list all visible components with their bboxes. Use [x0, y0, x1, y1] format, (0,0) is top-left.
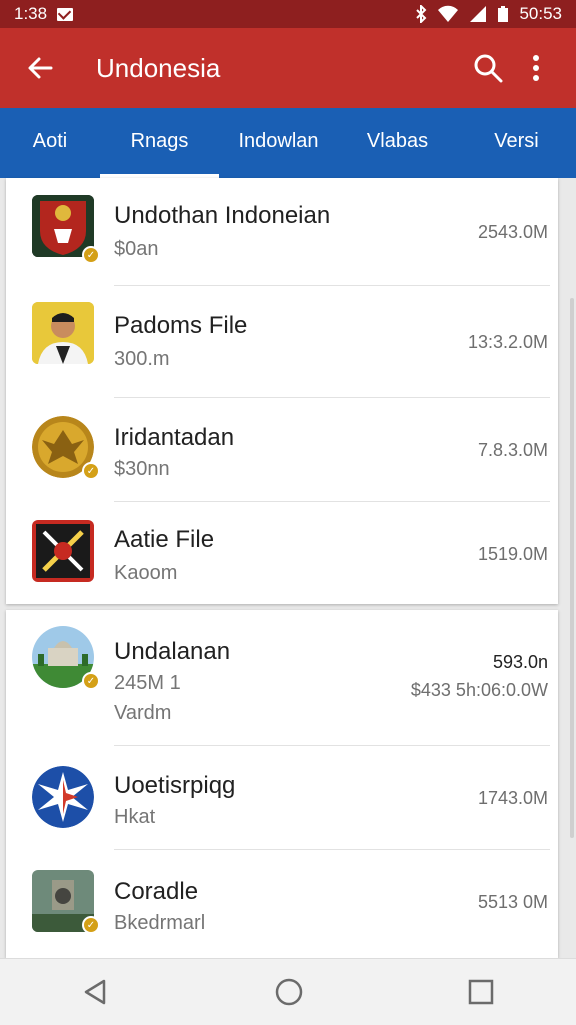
item-subtitle: Bkedrmarl — [114, 912, 206, 934]
list-card-secondary: ✓ Undalanan 245M 1 Vardm 593.0n $433 5h:… — [6, 610, 558, 958]
app-thumbnail — [32, 766, 94, 828]
item-name: Coradle — [114, 878, 199, 905]
more-vert-icon — [533, 55, 539, 81]
overflow-menu-button[interactable] — [512, 44, 560, 92]
item-size: 1743.0M — [477, 788, 548, 808]
list-item[interactable]: ✓ Iridantadan $30nn 7.8.3.0M — [6, 398, 558, 502]
status-time: 1:38 — [14, 4, 48, 23]
status-bar: 1:38 50:53 — [0, 0, 576, 28]
item-name: Iridantadan — [114, 424, 235, 451]
item-size: 7.8.3.0M — [477, 440, 548, 460]
person-icon — [32, 302, 94, 364]
item-size: 13:3.2.0M — [467, 332, 548, 352]
list-card-primary: ✓ Undothan Indoneian $0an 2543.0M Padoms… — [6, 178, 558, 604]
item-name: Uoetisrpiqg — [114, 772, 236, 799]
item-subtitle-secondary: Vardm — [114, 702, 172, 724]
nav-back-icon[interactable] — [82, 978, 110, 1006]
app-bar: Undonesia — [0, 28, 576, 108]
page-title: Undonesia — [96, 52, 221, 83]
tab-vlabas[interactable]: Vlabas — [338, 108, 457, 178]
list-item[interactable]: Padoms File 300.m 13:3.2.0M — [6, 286, 558, 398]
starburst-icon — [32, 766, 94, 828]
item-size: 593.0n — [492, 652, 548, 672]
verified-badge-icon: ✓ — [82, 462, 100, 480]
item-subtitle: $30nn — [114, 458, 170, 480]
search-icon — [474, 54, 503, 83]
tab-aoti[interactable]: Aoti — [0, 108, 100, 178]
profile-photo — [32, 302, 94, 364]
item-subtitle: Kaoom — [114, 562, 178, 584]
list-item[interactable]: Aatie File Kaoom 1519.0M — [6, 502, 558, 604]
back-button[interactable] — [16, 44, 64, 92]
item-name: Undalanan — [114, 638, 231, 665]
item-subtitle: Hkat — [114, 806, 156, 828]
mail-notification-icon — [57, 7, 74, 21]
item-subtitle: 300.m — [114, 348, 170, 370]
list-item[interactable]: ✓ Undalanan 245M 1 Vardm 593.0n $433 5h:… — [6, 610, 558, 746]
item-subtitle: 245M 1 — [114, 672, 181, 694]
item-size: 1519.0M — [477, 544, 548, 564]
back-arrow-icon — [28, 57, 53, 79]
battery-icon — [498, 6, 509, 22]
system-nav-bar — [0, 958, 576, 1025]
item-name: Undothan Indoneian — [114, 202, 331, 229]
item-extra-info: $433 5h:06:0.0W — [410, 680, 548, 700]
item-size: 5513 0M — [477, 892, 548, 912]
nav-home-icon[interactable] — [274, 977, 304, 1007]
tab-versi[interactable]: Versi — [457, 108, 576, 178]
nav-recents-icon[interactable] — [468, 979, 494, 1005]
item-name: Aatie File — [114, 526, 215, 553]
item-size: 2543.0M — [477, 222, 548, 242]
search-button[interactable] — [464, 44, 512, 92]
status-clock: 50:53 — [519, 4, 562, 23]
verified-badge-icon: ✓ — [82, 916, 100, 934]
verified-badge-icon: ✓ — [82, 672, 100, 690]
list-item[interactable]: ✓ Undothan Indoneian $0an 2543.0M — [6, 178, 558, 286]
tab-bar: Aoti Rnags Indowlan Vlabas Versi — [0, 108, 576, 178]
tab-rnags[interactable]: Rnags — [100, 108, 219, 178]
verified-badge-icon: ✓ — [82, 246, 100, 264]
item-name: Padoms File — [114, 312, 248, 339]
list-item[interactable]: Uoetisrpiqg Hkat 1743.0M — [6, 746, 558, 850]
wifi-icon — [438, 5, 459, 22]
tab-indowlan[interactable]: Indowlan — [219, 108, 338, 178]
list-item[interactable]: ✓ Coradle Bkedrmarl 5513 0M — [6, 850, 558, 958]
item-subtitle: $0an — [114, 238, 159, 260]
tribal-crest-icon — [32, 520, 94, 582]
scrollbar[interactable] — [570, 298, 574, 838]
app-thumbnail — [32, 520, 94, 582]
bluetooth-icon — [416, 5, 427, 23]
signal-icon — [470, 6, 487, 22]
